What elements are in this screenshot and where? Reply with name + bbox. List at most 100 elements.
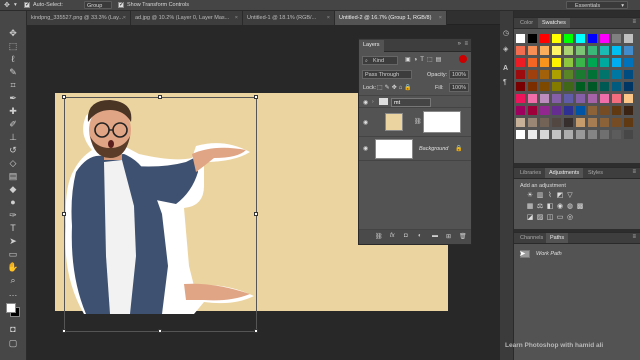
black-white-icon[interactable]: ◧	[546, 203, 554, 210]
color-swatch[interactable]	[600, 118, 609, 127]
color-swatch[interactable]	[612, 46, 621, 55]
color-swatch[interactable]	[516, 70, 525, 79]
trash-icon[interactable]: 🗑	[459, 233, 467, 240]
eyedropper-tool-icon[interactable]: ✒	[7, 92, 19, 104]
color-swatch[interactable]	[576, 94, 585, 103]
color-swatch[interactable]	[564, 58, 573, 67]
color-swatch[interactable]	[552, 118, 561, 127]
color-swatch[interactable]	[564, 130, 573, 139]
new-layer-icon[interactable]: ⊞	[446, 233, 451, 240]
tab-untitled-1[interactable]: Untitled-1 @ 18.1% (RGB/... ×	[243, 11, 335, 25]
color-swatch[interactable]	[528, 70, 537, 79]
screen-mode-icon[interactable]: ▢	[7, 337, 19, 349]
levels-icon[interactable]: ▥	[536, 192, 544, 199]
color-swatch[interactable]	[600, 94, 609, 103]
link-icon[interactable]: ⛓	[375, 233, 383, 240]
color-swatch[interactable]	[612, 70, 621, 79]
color-swatch[interactable]	[540, 70, 549, 79]
color-swatch[interactable]	[540, 82, 549, 91]
color-swatch[interactable]	[516, 82, 525, 91]
color-swatch[interactable]	[576, 106, 585, 115]
color-swatch[interactable]	[624, 46, 633, 55]
layer-name-input[interactable]: mt	[391, 98, 431, 107]
zoom-tool-icon[interactable]: ⌕	[7, 274, 19, 286]
layer-row-group[interactable]: ◉ › mt	[359, 95, 471, 108]
color-swatch[interactable]	[564, 70, 573, 79]
collapse-icon[interactable]: »	[458, 41, 461, 47]
color-swatch[interactable]	[540, 106, 549, 115]
color-swatch[interactable]	[552, 130, 561, 139]
close-icon[interactable]: ×	[235, 15, 238, 21]
color-swatch[interactable]	[588, 106, 597, 115]
eye-icon[interactable]: ◉	[363, 99, 368, 106]
tab-ad[interactable]: ad.jpg @ 10.2% (Layer 0, Layer Mas... ×	[131, 11, 243, 25]
lasso-tool-icon[interactable]: ℓ	[7, 53, 19, 65]
link-icon[interactable]: ⛓	[414, 118, 422, 125]
brush-tool-icon[interactable]: ✐	[7, 118, 19, 130]
color-lookup-icon[interactable]: ▩	[576, 203, 584, 210]
color-swatch[interactable]	[600, 58, 609, 67]
color-swatch[interactable]	[516, 130, 525, 139]
eye-icon[interactable]: ◉	[363, 145, 368, 152]
character-icon[interactable]: A	[503, 65, 508, 72]
close-icon[interactable]: ×	[123, 15, 126, 21]
color-swatch[interactable]	[540, 118, 549, 127]
color-swatch[interactable]	[588, 94, 597, 103]
transform-handle[interactable]	[62, 95, 66, 99]
threshold-icon[interactable]: ◫	[546, 214, 554, 221]
color-swatch[interactable]	[576, 46, 585, 55]
color-swatch[interactable]	[516, 58, 525, 67]
color-swatch[interactable]	[516, 34, 525, 43]
tab-paths[interactable]: Paths	[546, 233, 569, 243]
color-swatch[interactable]	[528, 46, 537, 55]
tab-adjustments[interactable]: Adjustments	[545, 168, 584, 178]
healing-brush-tool-icon[interactable]: ✚	[7, 105, 19, 117]
eye-icon[interactable]: ◉	[363, 119, 368, 126]
color-swatch[interactable]	[528, 34, 537, 43]
tab-untitled-2[interactable]: Untitled-2 @ 16.7% (Group 1, RGB/8) ×	[335, 11, 447, 25]
color-swatch[interactable]	[576, 70, 585, 79]
invert-icon[interactable]: ◪	[526, 214, 534, 221]
color-swatch[interactable]	[588, 82, 597, 91]
close-icon[interactable]: ×	[327, 15, 330, 21]
blend-mode-dropdown[interactable]: Pass Through	[362, 70, 412, 79]
paragraph-icon[interactable]: ¶	[503, 79, 507, 86]
transform-handle[interactable]	[254, 329, 258, 333]
quick-mask-icon[interactable]: ◘	[7, 323, 19, 335]
panel-menu-icon[interactable]: ≡	[632, 19, 636, 25]
quick-select-tool-icon[interactable]: ✎	[7, 66, 19, 78]
transform-handle[interactable]	[62, 329, 66, 333]
color-swatch[interactable]	[588, 118, 597, 127]
transform-handle[interactable]	[158, 329, 162, 333]
color-swatch[interactable]	[612, 58, 621, 67]
panel-menu-icon[interactable]: ≡	[632, 169, 636, 175]
tab-swatches[interactable]: Swatches	[538, 18, 570, 28]
transform-handle[interactable]	[62, 212, 66, 216]
color-swatch[interactable]	[576, 118, 585, 127]
layer-comps-icon[interactable]: ◈	[503, 45, 508, 53]
move-tool-icon[interactable]: ✥	[4, 1, 10, 9]
color-swatch[interactable]	[588, 130, 597, 139]
eraser-tool-icon[interactable]: ◇	[7, 157, 19, 169]
adjustment-icon[interactable]: ◐	[418, 233, 422, 239]
clone-stamp-tool-icon[interactable]: ⊥	[7, 131, 19, 143]
color-swatch[interactable]	[564, 106, 573, 115]
panel-menu-icon[interactable]: ≡	[632, 234, 636, 240]
color-swatch[interactable]	[552, 82, 561, 91]
filter-toggle-icon[interactable]	[459, 55, 467, 63]
color-swatch[interactable]	[600, 70, 609, 79]
color-swatch[interactable]	[516, 94, 525, 103]
color-swatch[interactable]	[552, 46, 561, 55]
color-swatch[interactable]	[612, 106, 621, 115]
color-swatch[interactable]	[624, 58, 633, 67]
hue-saturation-icon[interactable]: ▦	[526, 203, 534, 210]
color-swatch[interactable]	[600, 130, 609, 139]
color-swatch[interactable]	[612, 34, 621, 43]
tab-color[interactable]: Color	[516, 18, 537, 28]
color-swatch[interactable]	[564, 46, 573, 55]
color-swatch[interactable]	[540, 94, 549, 103]
color-swatch[interactable]	[624, 106, 633, 115]
color-swatch[interactable]	[564, 82, 573, 91]
color-swatch[interactable]	[576, 130, 585, 139]
color-swatch[interactable]	[588, 34, 597, 43]
